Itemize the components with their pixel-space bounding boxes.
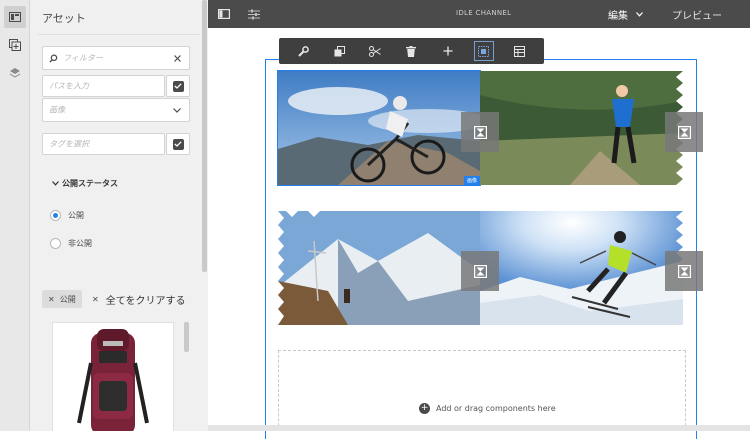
image-placeholder-icon[interactable]	[665, 112, 703, 152]
chip-label: 公開	[59, 294, 76, 304]
image-placeholder-icon[interactable]	[665, 251, 703, 291]
component-drop-zone[interactable]: + Add or drag components here	[278, 350, 686, 431]
chevron-down-icon	[173, 108, 181, 113]
trail-runner-image	[480, 71, 683, 185]
mode-selector[interactable]: 編集	[608, 7, 643, 22]
path-placeholder: パスを入力	[49, 81, 89, 91]
side-panel-icon	[218, 9, 230, 19]
filter-placeholder: フィルター	[63, 53, 103, 63]
chevron-down-icon[interactable]	[52, 181, 59, 186]
copy-button[interactable]	[330, 42, 348, 60]
page-properties-button[interactable]	[246, 6, 262, 22]
tag-placeholder: タグを選択	[49, 139, 89, 149]
skier-image	[480, 211, 683, 325]
hourglass-icon	[677, 125, 691, 139]
plus-icon	[443, 46, 453, 56]
image-placeholder-icon[interactable]	[461, 251, 499, 291]
page-title: IDLE CHANNEL	[456, 9, 512, 17]
status-option-unpublished[interactable]: 非公開	[50, 238, 92, 249]
status-section-title[interactable]: 公開ステータス	[62, 178, 118, 189]
image-component-skier[interactable]	[480, 211, 683, 325]
path-input[interactable]: パスを入力	[42, 75, 165, 97]
preview-button[interactable]: プレビュー	[672, 7, 722, 22]
wrench-icon	[297, 45, 309, 57]
editor-topbar: IDLE CHANNEL 編集 プレビュー	[208, 0, 750, 28]
image-placeholder-icon[interactable]	[461, 112, 499, 152]
clear-all-button[interactable]: ✕ 全てをクリアする	[92, 292, 186, 307]
panel-title: アセット	[42, 12, 86, 25]
drop-zone-text: Add or drag components here	[436, 404, 556, 413]
results-scrollbar[interactable]	[184, 322, 189, 352]
panel-scrollbar[interactable]	[202, 0, 207, 272]
cut-icon	[369, 45, 382, 57]
status-option-label: 公開	[68, 211, 84, 220]
layout-button[interactable]	[511, 42, 529, 60]
layout-icon	[514, 45, 526, 57]
insert-button[interactable]	[439, 42, 457, 60]
asset-card[interactable]	[52, 322, 174, 431]
image-component-mountain[interactable]	[278, 211, 480, 325]
filter-input[interactable]: フィルター	[42, 46, 190, 70]
assets-icon	[9, 39, 21, 51]
sliders-icon	[248, 9, 260, 19]
component-toolbar	[279, 38, 544, 64]
active-filter-chip[interactable]: ✕ 公開	[42, 290, 82, 308]
toggle-side-panel-button[interactable]	[216, 6, 232, 22]
hourglass-icon	[473, 125, 487, 139]
mode-label: 編集	[608, 11, 628, 22]
drop-zone-label: + Add or drag components here	[419, 403, 556, 414]
group-button[interactable]	[473, 41, 494, 61]
assets-tab-button[interactable]	[4, 34, 26, 56]
chevron-down-icon	[636, 12, 643, 17]
hourglass-icon	[473, 264, 487, 278]
toggle-panel-button[interactable]	[4, 6, 26, 28]
cut-button[interactable]	[366, 42, 384, 60]
panels-icon	[9, 12, 21, 22]
canvas-horizontal-scrollbar[interactable]	[208, 425, 750, 431]
status-option-label: 非公開	[68, 239, 92, 248]
radio-button[interactable]	[50, 210, 61, 221]
page-canvas: 画像 + Add or drag components here	[208, 28, 750, 439]
asset-type-select[interactable]: 画像	[42, 98, 190, 122]
status-option-published[interactable]: 公開	[50, 210, 84, 221]
layers-icon	[9, 68, 21, 78]
tag-input[interactable]: タグを選択	[42, 133, 165, 155]
radio-button[interactable]	[50, 238, 61, 249]
mountain-hiker-image	[278, 211, 480, 325]
divider	[38, 34, 200, 35]
components-tab-button[interactable]	[4, 62, 26, 84]
side-rail	[0, 0, 30, 431]
checkmark-icon	[172, 80, 184, 92]
mountain-biker-image	[278, 71, 480, 185]
assets-panel: アセット フィルター パスを入力 画像 タグを選択 公開ステータス 公開 非公開…	[30, 0, 208, 431]
close-icon: ✕	[92, 295, 99, 304]
close-icon[interactable]	[174, 55, 181, 62]
chip-remove-icon[interactable]: ✕	[48, 295, 55, 304]
trash-icon	[406, 45, 417, 57]
backpack-image	[77, 329, 149, 431]
search-icon	[49, 54, 58, 63]
clear-all-label: 全てをクリアする	[105, 296, 186, 307]
path-browse-button[interactable]	[166, 75, 190, 97]
tag-select-button[interactable]	[166, 133, 190, 155]
delete-button[interactable]	[402, 42, 420, 60]
group-icon	[478, 45, 490, 57]
selected-component-badge: 画像	[463, 176, 480, 185]
image-component-biker[interactable]: 画像	[277, 70, 481, 186]
checkmark-icon	[172, 138, 184, 150]
configure-button[interactable]	[294, 42, 312, 60]
image-component-runner[interactable]	[480, 71, 683, 185]
add-icon: +	[419, 403, 430, 414]
hourglass-icon	[677, 264, 691, 278]
asset-type-value: 画像	[49, 105, 65, 115]
copy-icon	[334, 45, 345, 56]
